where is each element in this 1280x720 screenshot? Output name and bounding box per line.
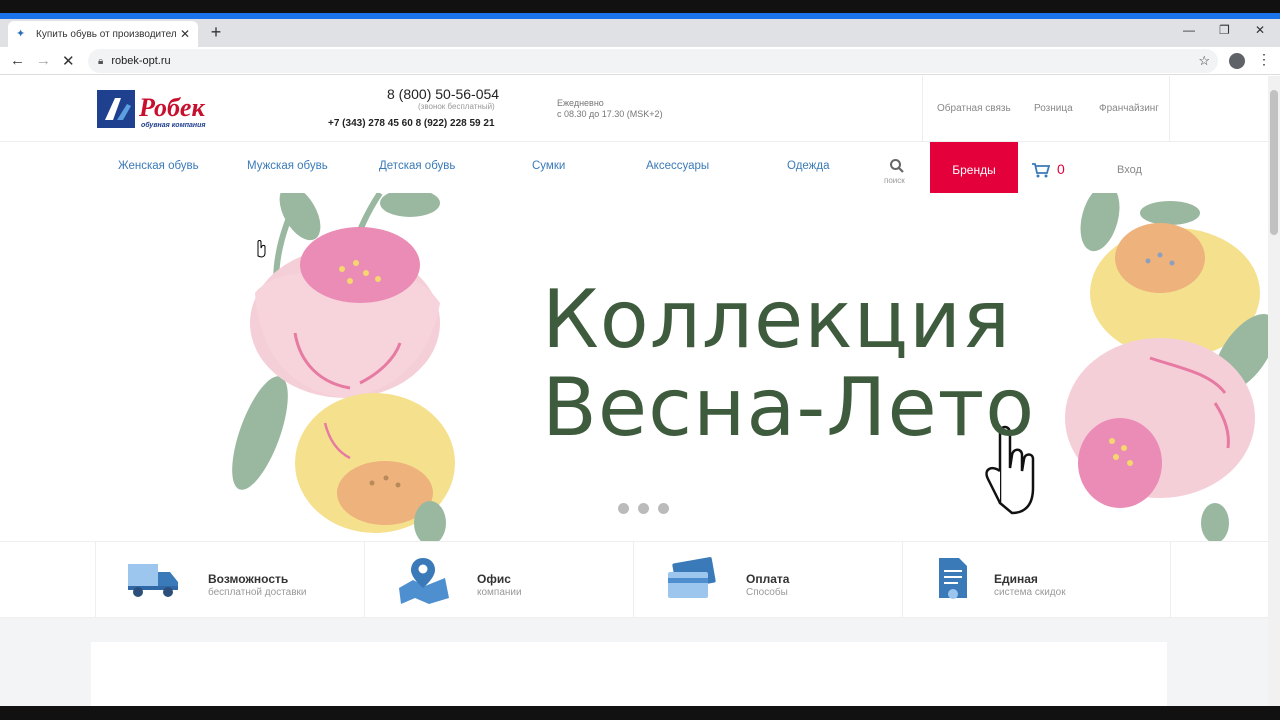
main-phone-number[interactable]: 8 (800) 50-56-054 bbox=[387, 86, 499, 102]
cart-count[interactable]: 0 bbox=[1057, 161, 1065, 177]
web-page: Робек обувная компания 8 (800) 50-56-054… bbox=[0, 76, 1268, 706]
forward-icon[interactable]: → bbox=[36, 52, 51, 69]
feature-discount-system[interactable]: Единая система скидок bbox=[902, 542, 1171, 618]
content-section bbox=[0, 618, 1268, 706]
window-bottom-bar bbox=[0, 706, 1280, 720]
mouse-pointer-icon bbox=[257, 240, 266, 258]
feedback-link[interactable]: Обратная связь bbox=[937, 103, 1011, 114]
search-label[interactable]: поиск bbox=[884, 176, 905, 185]
new-tab-button[interactable]: + bbox=[206, 22, 226, 43]
back-icon[interactable]: ← bbox=[10, 52, 25, 69]
feature-title: Оплата bbox=[746, 572, 790, 586]
feature-subtitle: компании bbox=[477, 587, 522, 598]
feature-subtitle: система скидок bbox=[994, 587, 1066, 598]
tab-strip: ✦ Купить обувь от производителя ✕ + — ❐ … bbox=[0, 19, 1280, 47]
login-link[interactable]: Вход bbox=[1117, 164, 1142, 176]
slider-dot-2[interactable] bbox=[638, 503, 649, 514]
svg-text:Робек: Робек bbox=[138, 93, 205, 122]
document-icon bbox=[939, 558, 967, 599]
phone-free-note: (звонок бесплатный) bbox=[418, 102, 495, 111]
slider-dot-1[interactable] bbox=[618, 503, 629, 514]
hero-title-line2: Весна-Лето bbox=[542, 361, 1036, 454]
robek-logo[interactable]: Робек обувная компания bbox=[97, 90, 235, 130]
header-divider bbox=[1169, 76, 1170, 142]
page-scrollbar[interactable] bbox=[1268, 76, 1280, 706]
feature-office[interactable]: Офис компании bbox=[364, 542, 633, 618]
feature-title: Возможность bbox=[208, 572, 289, 586]
additional-phones[interactable]: +7 (343) 278 45 60 8 (922) 228 59 21 bbox=[328, 118, 495, 129]
tab-title: Купить обувь от производителя bbox=[36, 28, 176, 40]
menu-mens-shoes[interactable]: Мужская обувь bbox=[247, 160, 328, 172]
content-card bbox=[91, 642, 1167, 706]
close-tab-icon[interactable]: ✕ bbox=[180, 27, 190, 41]
slider-dot-3[interactable] bbox=[658, 503, 669, 514]
menu-womens-shoes[interactable]: Женская обувь bbox=[118, 160, 199, 172]
url-field[interactable]: 🔒︎ robek-opt.ru ☆ bbox=[88, 49, 1218, 73]
brands-button[interactable]: Бренды bbox=[930, 142, 1018, 198]
window-top-bar bbox=[0, 0, 1280, 19]
close-window-icon[interactable]: ✕ bbox=[1255, 23, 1265, 37]
restore-icon[interactable]: ❐ bbox=[1219, 23, 1230, 37]
feature-free-delivery[interactable]: Возможность бесплатной доставки bbox=[95, 542, 364, 618]
feature-subtitle: бесплатной доставки bbox=[208, 587, 307, 598]
menu-kids-shoes[interactable]: Детская обувь bbox=[379, 160, 455, 172]
delivery-truck-icon bbox=[128, 564, 178, 597]
browser-menu-icon[interactable]: ⋮ bbox=[1257, 51, 1271, 68]
account-icon[interactable] bbox=[1229, 53, 1245, 69]
working-hours: с 08.30 до 17.30 (MSK+2) bbox=[557, 109, 663, 119]
bookmark-star-icon[interactable]: ☆ bbox=[1198, 53, 1210, 69]
features-row: Возможность бесплатной доставки Офис ком… bbox=[0, 541, 1268, 618]
browser-tab[interactable]: ✦ Купить обувь от производителя ✕ bbox=[8, 21, 198, 47]
feature-payment[interactable]: Оплата Способы bbox=[633, 542, 902, 618]
svg-text:обувная компания: обувная компания bbox=[141, 121, 206, 129]
feature-title: Офис bbox=[477, 572, 511, 586]
lock-icon[interactable]: 🔒︎ bbox=[98, 56, 103, 67]
menu-bags[interactable]: Сумки bbox=[532, 160, 565, 172]
feature-subtitle: Способы bbox=[746, 587, 788, 598]
working-days: Ежедневно bbox=[557, 98, 604, 108]
address-bar: ← → ✕ 🔒︎ robek-opt.ru ☆ ⋮ bbox=[0, 47, 1280, 75]
url-text: robek-opt.ru bbox=[111, 55, 171, 67]
site-favicon-icon: ✦ bbox=[16, 28, 26, 40]
stop-loading-icon[interactable]: ✕ bbox=[62, 52, 75, 70]
header-separator bbox=[0, 141, 1268, 142]
minimize-icon[interactable]: — bbox=[1183, 23, 1195, 37]
header-divider bbox=[922, 76, 923, 142]
retail-link[interactable]: Розница bbox=[1034, 103, 1073, 114]
cart-icon[interactable] bbox=[1031, 162, 1051, 178]
feature-title: Единая bbox=[994, 572, 1038, 586]
search-icon[interactable] bbox=[889, 158, 905, 174]
credit-card-icon bbox=[668, 557, 716, 598]
menu-accessories[interactable]: Аксессуары bbox=[646, 160, 709, 172]
map-pin-icon bbox=[399, 558, 449, 604]
menu-clothing[interactable]: Одежда bbox=[787, 160, 829, 172]
scrollbar-thumb[interactable] bbox=[1270, 90, 1278, 235]
hero-title-line1: Коллекция bbox=[542, 273, 1012, 366]
franchise-link[interactable]: Франчайзинг bbox=[1099, 103, 1159, 114]
hero-banner[interactable]: Коллекция Весна-Лето bbox=[0, 193, 1268, 541]
